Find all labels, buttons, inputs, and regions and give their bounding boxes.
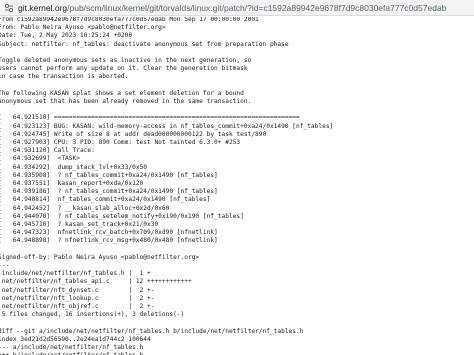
patch-document: From c1592a89942e9678f7d9c8030efa777c0d5…: [0, 17, 474, 355]
patch-line: [ 64.935908] ? nf_tables_commit+0xa24/0x…: [0, 171, 218, 179]
patch-line: Signed-off-by: Pablo Neira Ayuso <pablo@…: [0, 253, 200, 261]
patch-line: Toggle deleted anonymous sets as inactiv…: [0, 57, 252, 64]
patch-line: [ 64.921510] ===========================…: [0, 114, 300, 122]
patch-line: users cannot perform any update on it. C…: [0, 65, 248, 73]
patch-line: index 3ed21d2d56590..2e24ea1d744c2 10064…: [0, 335, 151, 343]
address-bar[interactable]: git.kernel.org/pub/scm/linux/kernel/git/…: [0, 0, 474, 16]
patch-line: [ 64.944070] ? nf_tables_setelem_notify+…: [0, 212, 244, 220]
patch-line: 5 files changed, 16 insertions(+), 3 del…: [0, 311, 185, 319]
patch-line: [ 64.942452] ? __kasan_slab_alloc+0x2d/0…: [0, 204, 170, 212]
patch-line: [ 64.947323] nfnetlink_rcv_batch+0x709/0…: [0, 229, 218, 237]
patch-line: [ 64.932699] <TASK>: [0, 155, 80, 163]
url-text[interactable]: git.kernel.org/pub/scm/linux/kernel/git/…: [18, 2, 470, 14]
site-info-icon[interactable]: [4, 3, 14, 13]
patch-line: [ 64.940814] nf_tables_commit+0xa24/0x14…: [0, 196, 211, 204]
patch-line: net/netfilter/nf_tables_api.c | 12 +++++…: [0, 278, 192, 286]
patch-line: [ 64.927903] CPU: 3 PID: 890 Comm: test …: [0, 139, 241, 146]
patch-line: in case the transaction is aborted.: [0, 73, 129, 81]
patch-line: The following KASAN splat shows a set el…: [0, 89, 244, 97]
patch-line: --- a/include/net/netfilter/nf_tables.h: [0, 344, 144, 351]
patch-line: net/netfilter/nft_dynset.c | 2 +-: [0, 286, 155, 294]
patch-line: From c1592a89942e9678f7d9c8030efa777c0d5…: [0, 17, 259, 23]
patch-line: Subject: netfilter: nf_tables: deactivat…: [0, 40, 289, 48]
url-path: /pub/scm/linux/kernel/git/torvalds/linux…: [67, 3, 447, 13]
patch-line: include/net/netfilter/nf_tables.h | 1 +: [0, 270, 151, 278]
patch-line: ---: [0, 262, 10, 269]
patch-line: [ 64.934292] dump_stack_lvl+0x33/0x50: [0, 163, 148, 171]
patch-line: net/netfilter/nft_objref.c | 2 +-: [0, 303, 155, 310]
patch-line: [ 64.948898] ? nfnetlink_rcv_msg+0x480/0…: [0, 237, 218, 245]
patch-line: [ 64.945710] ? kasan_set_track+0x21/0x30: [0, 221, 159, 228]
patch-line: [ 64.937551] kasan_report+0xda/0x120: [0, 180, 144, 187]
patch-line: [ 64.931120] Call Trace:: [0, 147, 95, 155]
patch-line: [ 64.939186] ? nf_tables_commit+0xa24/0x…: [0, 188, 218, 196]
patch-line: diff --git a/include/net/netfilter/nf_ta…: [0, 327, 304, 335]
patch-line: anonymous set that has been already remo…: [0, 98, 252, 105]
url-host: git.kernel.org: [18, 3, 68, 13]
patch-line: net/netfilter/nft_lookup.c | 2 +-: [0, 294, 155, 302]
patch-line: Date: Tue, 2 May 2023 10:25:24 +0200: [0, 32, 133, 40]
patch-line: From: Pablo Neira Ayuso <pablo@netfilter…: [0, 24, 166, 32]
patch-line: [ 64.924745] Write of size 8 at addr dea…: [0, 130, 267, 138]
patch-line: [ 64.923123] BUG: KASAN: wild-memory-acc…: [0, 122, 334, 130]
